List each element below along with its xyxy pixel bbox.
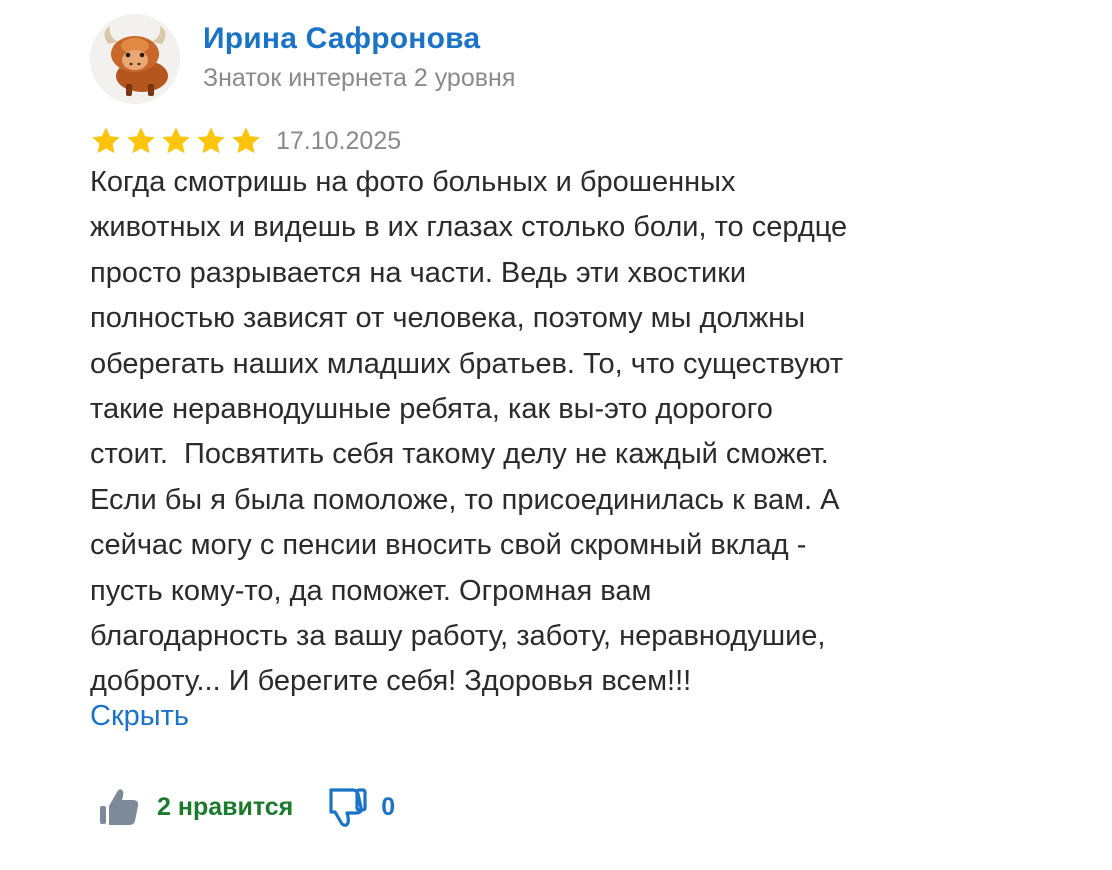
review-card: Ирина Сафронова Знаток интернета 2 уровн… — [0, 0, 1112, 870]
review-text-line: доброту... И берегите себя! Здоровья все… — [90, 665, 692, 698]
review-text-line: полностью зависят от человека, поэтому м… — [90, 302, 806, 335]
review-text-line: животных и видешь в их глазах столько бо… — [90, 211, 848, 244]
hide-review-link[interactable]: Скрыть — [90, 700, 189, 733]
thumbs-down-icon — [323, 784, 369, 830]
review-text-line: благодарность за вашу работу, заботу, не… — [90, 620, 826, 653]
like-button[interactable]: 2 нравится — [97, 784, 293, 830]
like-count: 2 нравится — [157, 792, 294, 821]
review-text-line: пусть кому-то, да поможет. Огромная вам — [90, 574, 652, 607]
author-avatar[interactable] — [90, 14, 180, 104]
review-text-line: просто разрывается на части. Ведь эти хв… — [90, 256, 747, 289]
rating-row: 17.10.2025 — [90, 122, 401, 160]
star-icon — [92, 127, 120, 154]
author-name[interactable]: Ирина Сафронова — [203, 22, 480, 56]
review-text-line: такие неравнодушные ребята, как вы-это д… — [90, 393, 773, 426]
review-text-line: Когда смотришь на фото больных и брошенн… — [90, 166, 736, 198]
star-icon — [197, 127, 225, 154]
review-text-line: стоит. Посвятить себя такому делу не каж… — [90, 438, 829, 471]
star-icon — [162, 127, 190, 154]
reactions-bar: 2 нравится 0 — [97, 782, 395, 832]
yak-avatar-icon — [104, 26, 168, 96]
rating-stars — [90, 125, 262, 157]
review-text: Когда смотришь на фото больных и брошенн… — [90, 160, 1090, 705]
dislike-button[interactable]: 0 — [323, 784, 395, 830]
review-text-line: Если бы я была помоложе, то присоединила… — [90, 483, 840, 516]
thumbs-up-icon — [97, 784, 143, 830]
review-text-line: оберегать наших младших братьев. То, что… — [90, 347, 844, 380]
author-level: Знаток интернета 2 уровня — [203, 64, 516, 92]
review-date: 17.10.2025 — [276, 126, 402, 155]
review-text-line: сейчас могу с пенсии вносить свой скромн… — [90, 529, 807, 562]
dislike-count: 0 — [381, 792, 396, 821]
star-icon — [232, 127, 260, 154]
star-icon — [127, 127, 155, 154]
